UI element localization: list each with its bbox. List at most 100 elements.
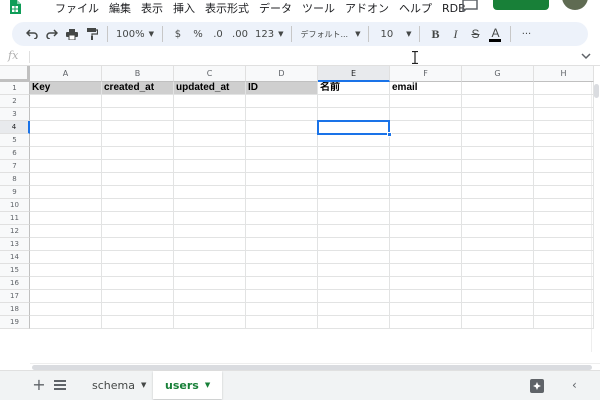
cell-a11[interactable] xyxy=(30,212,102,225)
cell-d15[interactable] xyxy=(246,264,318,277)
cell-h2[interactable] xyxy=(534,95,594,108)
cell-d10[interactable] xyxy=(246,199,318,212)
cell-d13[interactable] xyxy=(246,238,318,251)
cell-e5[interactable] xyxy=(318,134,390,147)
cell-g4[interactable] xyxy=(462,121,534,134)
cell-c12[interactable] xyxy=(174,225,246,238)
formula-input[interactable] xyxy=(36,50,556,64)
row-header-4[interactable]: 4 xyxy=(0,121,30,134)
row-header-5[interactable]: 5 xyxy=(0,134,30,147)
cell-c10[interactable] xyxy=(174,199,246,212)
row-header-17[interactable]: 17 xyxy=(0,290,30,303)
cell-a18[interactable] xyxy=(30,303,102,316)
cell-b3[interactable] xyxy=(102,108,174,121)
cell-h12[interactable] xyxy=(534,225,594,238)
cell-f19[interactable] xyxy=(390,316,462,329)
horizontal-scrollbar[interactable] xyxy=(30,363,600,370)
spreadsheet-grid[interactable]: A B C D E F G H 1 Key created_at updated_at ID 名前 emai… xyxy=(0,66,600,370)
chevron-down-icon[interactable] xyxy=(580,51,592,61)
cell-d8[interactable] xyxy=(246,173,318,186)
decrease-decimal-button[interactable]: .0 xyxy=(208,24,228,44)
cell-a4[interactable] xyxy=(30,121,102,134)
menu-insert[interactable]: 挿入 xyxy=(168,2,200,16)
cell-c16[interactable] xyxy=(174,277,246,290)
cell-g5[interactable] xyxy=(462,134,534,147)
cell-c3[interactable] xyxy=(174,108,246,121)
cell-a9[interactable] xyxy=(30,186,102,199)
cell-c14[interactable] xyxy=(174,251,246,264)
cell-f4[interactable] xyxy=(390,121,462,134)
cell-f8[interactable] xyxy=(390,173,462,186)
cell-a2[interactable] xyxy=(30,95,102,108)
font-size-select[interactable]: 10 ▼ xyxy=(374,24,414,44)
menu-data[interactable]: データ xyxy=(254,2,297,16)
cell-f17[interactable] xyxy=(390,290,462,303)
row-header-11[interactable]: 11 xyxy=(0,212,30,225)
cell-f15[interactable] xyxy=(390,264,462,277)
cell-h4[interactable] xyxy=(534,121,594,134)
sheets-logo-icon[interactable] xyxy=(8,0,22,14)
select-all-corner[interactable] xyxy=(0,66,30,82)
cell-e13[interactable] xyxy=(318,238,390,251)
row-header-19[interactable]: 19 xyxy=(0,316,30,329)
cell-b16[interactable] xyxy=(102,277,174,290)
cell-e9[interactable] xyxy=(318,186,390,199)
row-header-15[interactable]: 15 xyxy=(0,264,30,277)
more-options-button[interactable]: ··· xyxy=(516,24,536,44)
cell-c15[interactable] xyxy=(174,264,246,277)
row-header-13[interactable]: 13 xyxy=(0,238,30,251)
cell-a1[interactable]: Key xyxy=(30,82,102,95)
cell-d17[interactable] xyxy=(246,290,318,303)
cell-d11[interactable] xyxy=(246,212,318,225)
paint-format-button[interactable] xyxy=(82,24,102,44)
cell-f10[interactable] xyxy=(390,199,462,212)
cell-c1[interactable]: updated_at xyxy=(174,82,246,95)
row-header-2[interactable]: 2 xyxy=(0,95,30,108)
cell-c6[interactable] xyxy=(174,147,246,160)
add-sheet-button[interactable]: + xyxy=(31,377,47,393)
row-header-12[interactable]: 12 xyxy=(0,225,30,238)
cell-e18[interactable] xyxy=(318,303,390,316)
cell-f5[interactable] xyxy=(390,134,462,147)
cell-d18[interactable] xyxy=(246,303,318,316)
cell-e1[interactable]: 名前 xyxy=(318,82,390,95)
cell-g16[interactable] xyxy=(462,277,534,290)
cell-b5[interactable] xyxy=(102,134,174,147)
column-header-f[interactable]: F xyxy=(390,66,462,82)
cell-f3[interactable] xyxy=(390,108,462,121)
column-header-a[interactable]: A xyxy=(30,66,102,82)
cell-e11[interactable] xyxy=(318,212,390,225)
row-header-7[interactable]: 7 xyxy=(0,160,30,173)
cell-a8[interactable] xyxy=(30,173,102,186)
sheet-tab-schema[interactable]: schema ▼ xyxy=(80,371,158,399)
cell-c8[interactable] xyxy=(174,173,246,186)
cell-a15[interactable] xyxy=(30,264,102,277)
cell-b2[interactable] xyxy=(102,95,174,108)
cell-d14[interactable] xyxy=(246,251,318,264)
cell-a13[interactable] xyxy=(30,238,102,251)
cell-c18[interactable] xyxy=(174,303,246,316)
cell-e6[interactable] xyxy=(318,147,390,160)
cell-d16[interactable] xyxy=(246,277,318,290)
column-header-g[interactable]: G xyxy=(462,66,534,82)
cell-h14[interactable] xyxy=(534,251,594,264)
row-header-18[interactable]: 18 xyxy=(0,303,30,316)
cell-c7[interactable] xyxy=(174,160,246,173)
cell-f2[interactable] xyxy=(390,95,462,108)
cell-h15[interactable] xyxy=(534,264,594,277)
currency-format-button[interactable]: $ xyxy=(168,24,188,44)
cell-a14[interactable] xyxy=(30,251,102,264)
cell-d4[interactable] xyxy=(246,121,318,134)
cell-g14[interactable] xyxy=(462,251,534,264)
cell-b15[interactable] xyxy=(102,264,174,277)
percent-format-button[interactable]: % xyxy=(188,24,208,44)
column-header-h[interactable]: H xyxy=(534,66,594,82)
cell-d5[interactable] xyxy=(246,134,318,147)
cell-h3[interactable] xyxy=(534,108,594,121)
cell-f1[interactable]: email xyxy=(390,82,462,95)
share-button[interactable] xyxy=(493,0,549,10)
comment-icon[interactable] xyxy=(462,0,478,12)
cell-b8[interactable] xyxy=(102,173,174,186)
cell-b9[interactable] xyxy=(102,186,174,199)
cell-b18[interactable] xyxy=(102,303,174,316)
